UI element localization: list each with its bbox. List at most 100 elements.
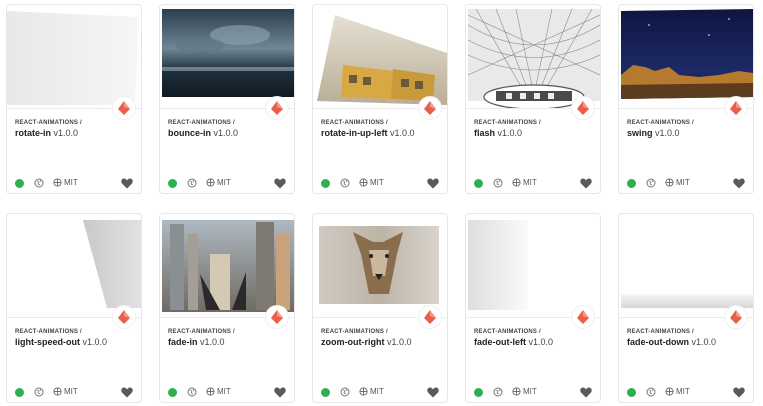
card-footer: MIT [627, 387, 745, 399]
license-label: MIT [217, 178, 231, 187]
preview-image [319, 226, 439, 304]
component-card[interactable]: REACT-ANIMATIONS / swing v1.0.0 MIT [618, 4, 754, 194]
component-card[interactable]: REACT-ANIMATIONS / fade-out-down v1.0.0 … [618, 213, 754, 403]
license-label: MIT [217, 387, 231, 396]
status-dot-icon [15, 388, 24, 397]
component-grid: REACT-ANIMATIONS / rotate-in v1.0.0 MIT [0, 0, 763, 406]
component-card[interactable]: REACT-ANIMATIONS / rotate-in-up-left v1.… [312, 4, 448, 194]
preview-image [468, 220, 528, 310]
heart-icon[interactable] [733, 387, 745, 398]
card-preview[interactable] [160, 214, 294, 318]
card-preview[interactable] [619, 214, 753, 318]
license-icon [206, 178, 215, 187]
component-title[interactable]: fade-out-left v1.0.0 [474, 337, 553, 347]
heart-icon[interactable] [580, 178, 592, 189]
bit-logo-icon [572, 97, 594, 119]
globe-icon [187, 178, 197, 188]
license-icon [359, 178, 368, 187]
license-info: MIT [206, 387, 231, 396]
license-info: MIT [665, 178, 690, 187]
card-preview[interactable] [7, 214, 141, 318]
status-dot-icon [321, 179, 330, 188]
card-footer: MIT [168, 387, 286, 399]
component-card[interactable]: REACT-ANIMATIONS / zoom-out-right v1.0.0… [312, 213, 448, 403]
globe-icon [646, 387, 656, 397]
heart-icon[interactable] [580, 387, 592, 398]
card-preview[interactable] [160, 5, 294, 109]
license-info: MIT [665, 387, 690, 396]
card-preview[interactable] [313, 5, 447, 109]
license-icon [512, 178, 521, 187]
component-card[interactable]: REACT-ANIMATIONS / rotate-in v1.0.0 MIT [6, 4, 142, 194]
bit-logo-icon [266, 306, 288, 328]
license-label: MIT [676, 178, 690, 187]
component-card[interactable]: REACT-ANIMATIONS / bounce-in v1.0.0 MIT [159, 4, 295, 194]
license-icon [665, 178, 674, 187]
bit-logo-icon [419, 306, 441, 328]
component-card[interactable]: REACT-ANIMATIONS / fade-out-left v1.0.0 … [465, 213, 601, 403]
component-title[interactable]: flash v1.0.0 [474, 128, 522, 138]
scope-label[interactable]: REACT-ANIMATIONS / [168, 329, 235, 335]
license-label: MIT [370, 178, 384, 187]
globe-icon [493, 387, 503, 397]
card-footer: MIT [15, 178, 133, 190]
license-label: MIT [64, 178, 78, 187]
heart-icon[interactable] [274, 387, 286, 398]
heart-icon[interactable] [274, 178, 286, 189]
card-footer: MIT [321, 178, 439, 190]
license-info: MIT [359, 387, 384, 396]
bit-logo-icon [419, 97, 441, 119]
scope-label[interactable]: REACT-ANIMATIONS / [168, 120, 235, 126]
bit-logo-icon [266, 97, 288, 119]
preview-image [7, 11, 139, 105]
component-card[interactable]: REACT-ANIMATIONS / fade-in v1.0.0 MIT [159, 213, 295, 403]
bit-logo-icon [113, 97, 135, 119]
globe-icon [187, 387, 197, 397]
card-preview[interactable] [619, 5, 753, 109]
scope-label[interactable]: REACT-ANIMATIONS / [321, 329, 388, 335]
heart-icon[interactable] [121, 178, 133, 189]
scope-label[interactable]: REACT-ANIMATIONS / [627, 329, 694, 335]
scope-label[interactable]: REACT-ANIMATIONS / [474, 120, 541, 126]
heart-icon[interactable] [121, 387, 133, 398]
license-info: MIT [512, 178, 537, 187]
heart-icon[interactable] [427, 178, 439, 189]
component-card[interactable]: REACT-ANIMATIONS / flash v1.0.0 MIT [465, 4, 601, 194]
component-title[interactable]: fade-out-down v1.0.0 [627, 337, 716, 347]
heart-icon[interactable] [427, 387, 439, 398]
card-preview[interactable] [466, 5, 600, 109]
license-icon [53, 178, 62, 187]
component-card[interactable]: REACT-ANIMATIONS / light-speed-out v1.0.… [6, 213, 142, 403]
scope-label[interactable]: REACT-ANIMATIONS / [15, 120, 82, 126]
license-label: MIT [676, 387, 690, 396]
component-title[interactable]: rotate-in v1.0.0 [15, 128, 78, 138]
scope-label[interactable]: REACT-ANIMATIONS / [15, 329, 82, 335]
bit-logo-icon [113, 306, 135, 328]
component-title[interactable]: swing v1.0.0 [627, 128, 680, 138]
component-title[interactable]: rotate-in-up-left v1.0.0 [321, 128, 415, 138]
scope-label[interactable]: REACT-ANIMATIONS / [474, 329, 541, 335]
globe-icon [34, 387, 44, 397]
component-title[interactable]: fade-in v1.0.0 [168, 337, 225, 347]
license-info: MIT [512, 387, 537, 396]
license-info: MIT [359, 178, 384, 187]
license-label: MIT [64, 387, 78, 396]
scope-label[interactable]: REACT-ANIMATIONS / [321, 120, 388, 126]
component-title[interactable]: zoom-out-right v1.0.0 [321, 337, 412, 347]
license-label: MIT [370, 387, 384, 396]
scope-label[interactable]: REACT-ANIMATIONS / [627, 120, 694, 126]
status-dot-icon [474, 179, 483, 188]
card-preview[interactable] [466, 214, 600, 318]
component-title[interactable]: bounce-in v1.0.0 [168, 128, 238, 138]
bit-logo-icon [572, 306, 594, 328]
card-preview[interactable] [313, 214, 447, 318]
license-icon [359, 387, 368, 396]
status-dot-icon [168, 179, 177, 188]
card-preview[interactable] [7, 5, 141, 109]
globe-icon [34, 178, 44, 188]
heart-icon[interactable] [733, 178, 745, 189]
component-title[interactable]: light-speed-out v1.0.0 [15, 337, 107, 347]
bit-logo-icon [725, 97, 747, 119]
license-icon [512, 387, 521, 396]
card-footer: MIT [474, 178, 592, 190]
